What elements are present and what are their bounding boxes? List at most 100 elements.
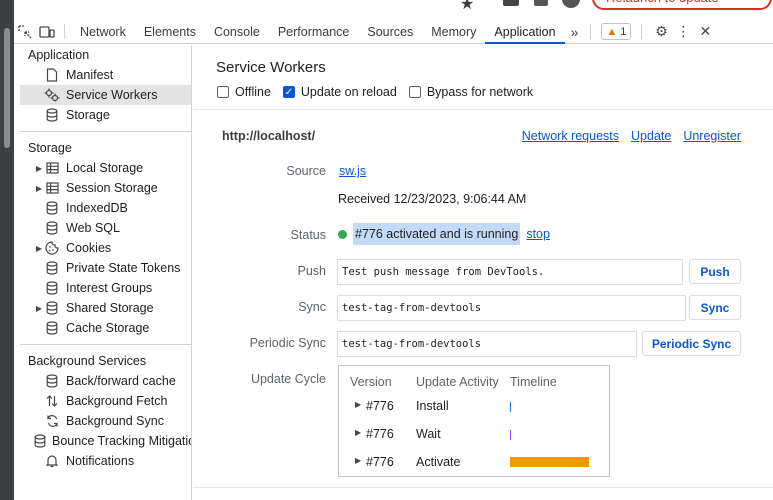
checkbox-box[interactable] bbox=[217, 86, 229, 98]
network-requests-link[interactable]: Network requests bbox=[522, 129, 619, 143]
periodic-sync-input[interactable]: test-tag-from-devtools bbox=[337, 331, 637, 357]
kebab-menu-icon[interactable]: ⋮ bbox=[672, 23, 694, 40]
sidebar-item-label: Cache Storage bbox=[66, 321, 150, 335]
sidebar-item-private-state-tokens[interactable]: Private State Tokens bbox=[20, 258, 191, 278]
database-icon bbox=[44, 374, 60, 388]
expand-arrow-icon[interactable]: ▶ bbox=[34, 244, 44, 253]
sidebar-item-label: Back/forward cache bbox=[66, 374, 176, 388]
sync-button[interactable]: Sync bbox=[689, 295, 741, 320]
table-icon bbox=[44, 181, 60, 195]
tab-elements[interactable]: Elements bbox=[135, 20, 205, 43]
update-cycle-row[interactable]: ▶ #776 Activate bbox=[339, 453, 609, 473]
database-icon bbox=[44, 301, 60, 315]
update-link[interactable]: Update bbox=[631, 129, 671, 143]
status-value: #776 activated and is running stop bbox=[338, 223, 550, 245]
checkbox-box[interactable] bbox=[408, 86, 421, 98]
push-input[interactable]: Test push message from DevTools. bbox=[337, 259, 683, 285]
periodic-sync-button[interactable]: Periodic Sync bbox=[642, 331, 741, 356]
sidebar-item-manifest[interactable]: Manifest bbox=[20, 65, 191, 85]
sync-icon bbox=[44, 414, 60, 428]
sidebar-item-cache-storage[interactable]: Cache Storage bbox=[20, 318, 191, 338]
gear-icon[interactable]: ⚙ bbox=[650, 23, 672, 40]
sidebar-item-indexeddb[interactable]: IndexedDB bbox=[20, 198, 191, 218]
sidebar-item-label: Interest Groups bbox=[66, 281, 153, 295]
relaunch-button[interactable]: Relaunch to update bbox=[592, 0, 772, 10]
bypass-for-network-checkbox[interactable]: Bypass for network bbox=[408, 85, 534, 99]
expand-arrow-icon[interactable]: ▶ bbox=[355, 400, 361, 409]
warnings-badge[interactable]: ▲ 1 bbox=[601, 23, 632, 40]
sidebar-item-label: Background Sync bbox=[66, 414, 164, 428]
update-on-reload-checkbox[interactable]: ✓ Update on reload bbox=[282, 85, 397, 99]
sidebar-item-service-workers[interactable]: Service Workers bbox=[20, 85, 191, 105]
sync-input[interactable]: test-tag-from-devtools bbox=[337, 295, 686, 321]
timeline-bar bbox=[510, 402, 511, 412]
expand-arrow-icon[interactable]: ▶ bbox=[355, 456, 361, 465]
tab-memory[interactable]: Memory bbox=[422, 20, 485, 43]
sidebar-item-label: Cookies bbox=[66, 241, 112, 255]
sidebar-divider bbox=[20, 344, 191, 345]
source-file-link[interactable]: sw.js bbox=[339, 164, 366, 178]
status-text: #776 activated and is running bbox=[353, 223, 521, 245]
database-icon bbox=[34, 434, 46, 448]
sidebar-item-session-storage[interactable]: ▶ Session Storage bbox=[20, 178, 191, 198]
sidebar-item-bounce-tracking-mitigations[interactable]: Bounce Tracking Mitigations bbox=[20, 431, 191, 451]
bookmark-star-icon[interactable]: ★ bbox=[460, 0, 474, 14]
sidebar-item-cookies[interactable]: ▶ Cookies bbox=[20, 238, 191, 258]
extension-icon[interactable] bbox=[534, 0, 548, 6]
expand-arrow-icon[interactable]: ▶ bbox=[34, 164, 44, 173]
sidebar-item-back-forward-cache[interactable]: Back/forward cache bbox=[20, 371, 191, 391]
device-toolbar-icon[interactable] bbox=[36, 20, 58, 43]
sidebar-section-title: Storage bbox=[28, 141, 72, 155]
sidebar-item-background-sync[interactable]: Background Sync bbox=[20, 411, 191, 431]
bell-icon bbox=[44, 454, 60, 468]
update-cycle-row[interactable]: ▶ #776 Install bbox=[339, 397, 609, 417]
sidebar-item-label: Notifications bbox=[66, 454, 135, 468]
offline-checkbox[interactable]: Offline bbox=[217, 85, 271, 99]
sidebar-item-interest-groups[interactable]: Interest Groups bbox=[20, 278, 191, 298]
database-icon bbox=[44, 281, 60, 295]
page-scrollbar[interactable] bbox=[0, 20, 14, 500]
toolbar-divider bbox=[641, 24, 643, 39]
push-button[interactable]: Push bbox=[689, 259, 741, 284]
origin-links: Network requests Update Unregister bbox=[522, 129, 741, 143]
source-label: Source bbox=[286, 164, 326, 178]
sidebar-item-label: Service Workers bbox=[66, 88, 158, 102]
expand-arrow-icon[interactable]: ▶ bbox=[34, 184, 44, 193]
application-sidebar: Application Manifest Service Workers Storag… bbox=[20, 45, 192, 500]
sidebar-item-label: Background Fetch bbox=[66, 394, 168, 408]
unregister-link[interactable]: Unregister bbox=[683, 129, 741, 143]
expand-arrow-icon[interactable]: ▶ bbox=[34, 304, 44, 313]
sidebar-item-shared-storage[interactable]: ▶ Shared Storage bbox=[20, 298, 191, 318]
scrollbar-thumb[interactable] bbox=[4, 28, 10, 148]
expand-arrow-icon[interactable]: ▶ bbox=[355, 428, 361, 437]
extension-icon[interactable] bbox=[503, 0, 519, 6]
sync-label: Sync bbox=[298, 300, 326, 314]
version-cell: #776 bbox=[366, 427, 394, 441]
tab-sources[interactable]: Sources bbox=[358, 20, 422, 43]
sidebar-item-label: Session Storage bbox=[66, 181, 158, 195]
sidebar-item-storage[interactable]: Storage bbox=[20, 105, 191, 125]
update-cycle-label: Update Cycle bbox=[250, 372, 326, 386]
profile-avatar[interactable] bbox=[562, 0, 580, 8]
stop-link[interactable]: stop bbox=[526, 227, 550, 241]
database-icon bbox=[44, 321, 60, 335]
tab-application[interactable]: Application bbox=[485, 20, 565, 44]
sidebar-item-web-sql[interactable]: Web SQL bbox=[20, 218, 191, 238]
checkbox-box[interactable]: ✓ bbox=[282, 86, 295, 98]
sidebar-item-label: Local Storage bbox=[66, 161, 144, 175]
tab-performance[interactable]: Performance bbox=[269, 20, 359, 43]
chevron-double-right-icon[interactable]: » bbox=[565, 20, 585, 43]
up-down-arrows-icon bbox=[44, 394, 60, 408]
sidebar-item-local-storage[interactable]: ▶ Local Storage bbox=[20, 158, 191, 178]
update-cycle-row[interactable]: ▶ #776 Wait bbox=[339, 425, 609, 445]
toolbar-divider bbox=[64, 24, 65, 39]
tab-network[interactable]: Network bbox=[71, 20, 135, 43]
sidebar-item-notifications[interactable]: Notifications bbox=[20, 451, 191, 471]
tab-console[interactable]: Console bbox=[205, 20, 269, 43]
close-icon[interactable]: ✕ bbox=[694, 23, 716, 40]
status-dot-icon bbox=[338, 229, 347, 239]
update-on-reload-label: Update on reload bbox=[300, 85, 397, 99]
inspect-element-icon[interactable] bbox=[14, 20, 36, 43]
sidebar-item-background-fetch[interactable]: Background Fetch bbox=[20, 391, 191, 411]
bypass-for-network-label: Bypass for network bbox=[426, 85, 534, 99]
